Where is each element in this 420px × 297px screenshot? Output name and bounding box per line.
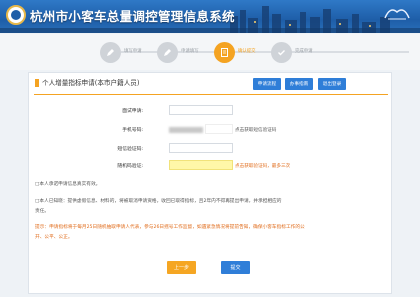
field-label-mobile: 手机号码: [122,128,143,133]
warning-notice-continued: 开、公平、公正。 [35,235,73,240]
warning-notice: 提示：申请指标将于每月25日随机抽取申请人代表，参与26日摇号工作监督，如遇紧急… [35,225,305,230]
field-label-sms-code: 短信验证码: [117,147,143,152]
pen-icon [107,49,114,56]
step-2-indicator [157,42,178,63]
commitment-checkbox-text[interactable]: □本人承诺申请信息真实有效。 [35,180,100,189]
step-3-indicator [214,42,235,63]
sms-code-input[interactable] [169,143,233,153]
site-logo [6,5,26,25]
get-sms-code-link[interactable]: 点击获取短信验证码 [235,127,276,133]
site-title: 杭州市小客车总量调控管理信息系统 [30,9,235,24]
application-form-card: 个人增量指标申请(本市户籍人员) 申请流程 办事指南 退出登录 面试申请: 手机… [28,72,392,294]
field-label-captcha: 随机码验证: [117,164,143,169]
mobile-field[interactable] [205,124,233,134]
step-4-indicator [271,42,292,63]
progress-steps: 填写申请 申请填写 确认提交 完成申请 [0,34,420,70]
step-3-label: 确认提交 [238,49,256,54]
captcha-input[interactable] [169,160,233,170]
service-guide-button[interactable]: 办事指南 [285,78,313,90]
step-2-label: 申请填写 [181,49,199,54]
header-banner: 杭州市小客车总量调控管理信息系统 [0,0,420,33]
acknowledgement-text[interactable]: □本人已知晓：提供虚假信息、材料的，将被取消申请资格，收回已取得指标，且2年内不… [35,197,281,206]
acknowledgement-text-continued: 责任。 [35,209,50,214]
submit-button[interactable]: 提交 [221,261,250,274]
step-1-label: 填写申请 [124,49,142,54]
step-1-indicator [100,42,121,63]
step-4-label: 完成申请 [295,49,313,54]
header-divider [34,94,388,95]
pen-icon [164,49,171,56]
get-captcha-link[interactable]: 点击获取验证码，最多三次 [235,163,290,169]
document-icon [221,48,228,57]
logout-button[interactable]: 退出登录 [318,78,346,90]
masked-mobile-number [169,127,203,133]
form-title: 个人增量指标申请(本市户籍人员) [42,79,140,87]
city-emblem-icon [384,9,410,20]
previous-step-button[interactable]: 上一步 [167,261,196,274]
field-label-application: 面试申请: [122,109,143,114]
title-accent-bar [35,79,39,87]
check-icon [278,50,285,56]
application-flow-button[interactable]: 申请流程 [253,78,281,90]
application-field[interactable] [169,105,233,115]
form-header: 个人增量指标申请(本市户籍人员) 申请流程 办事指南 退出登录 [29,73,393,93]
